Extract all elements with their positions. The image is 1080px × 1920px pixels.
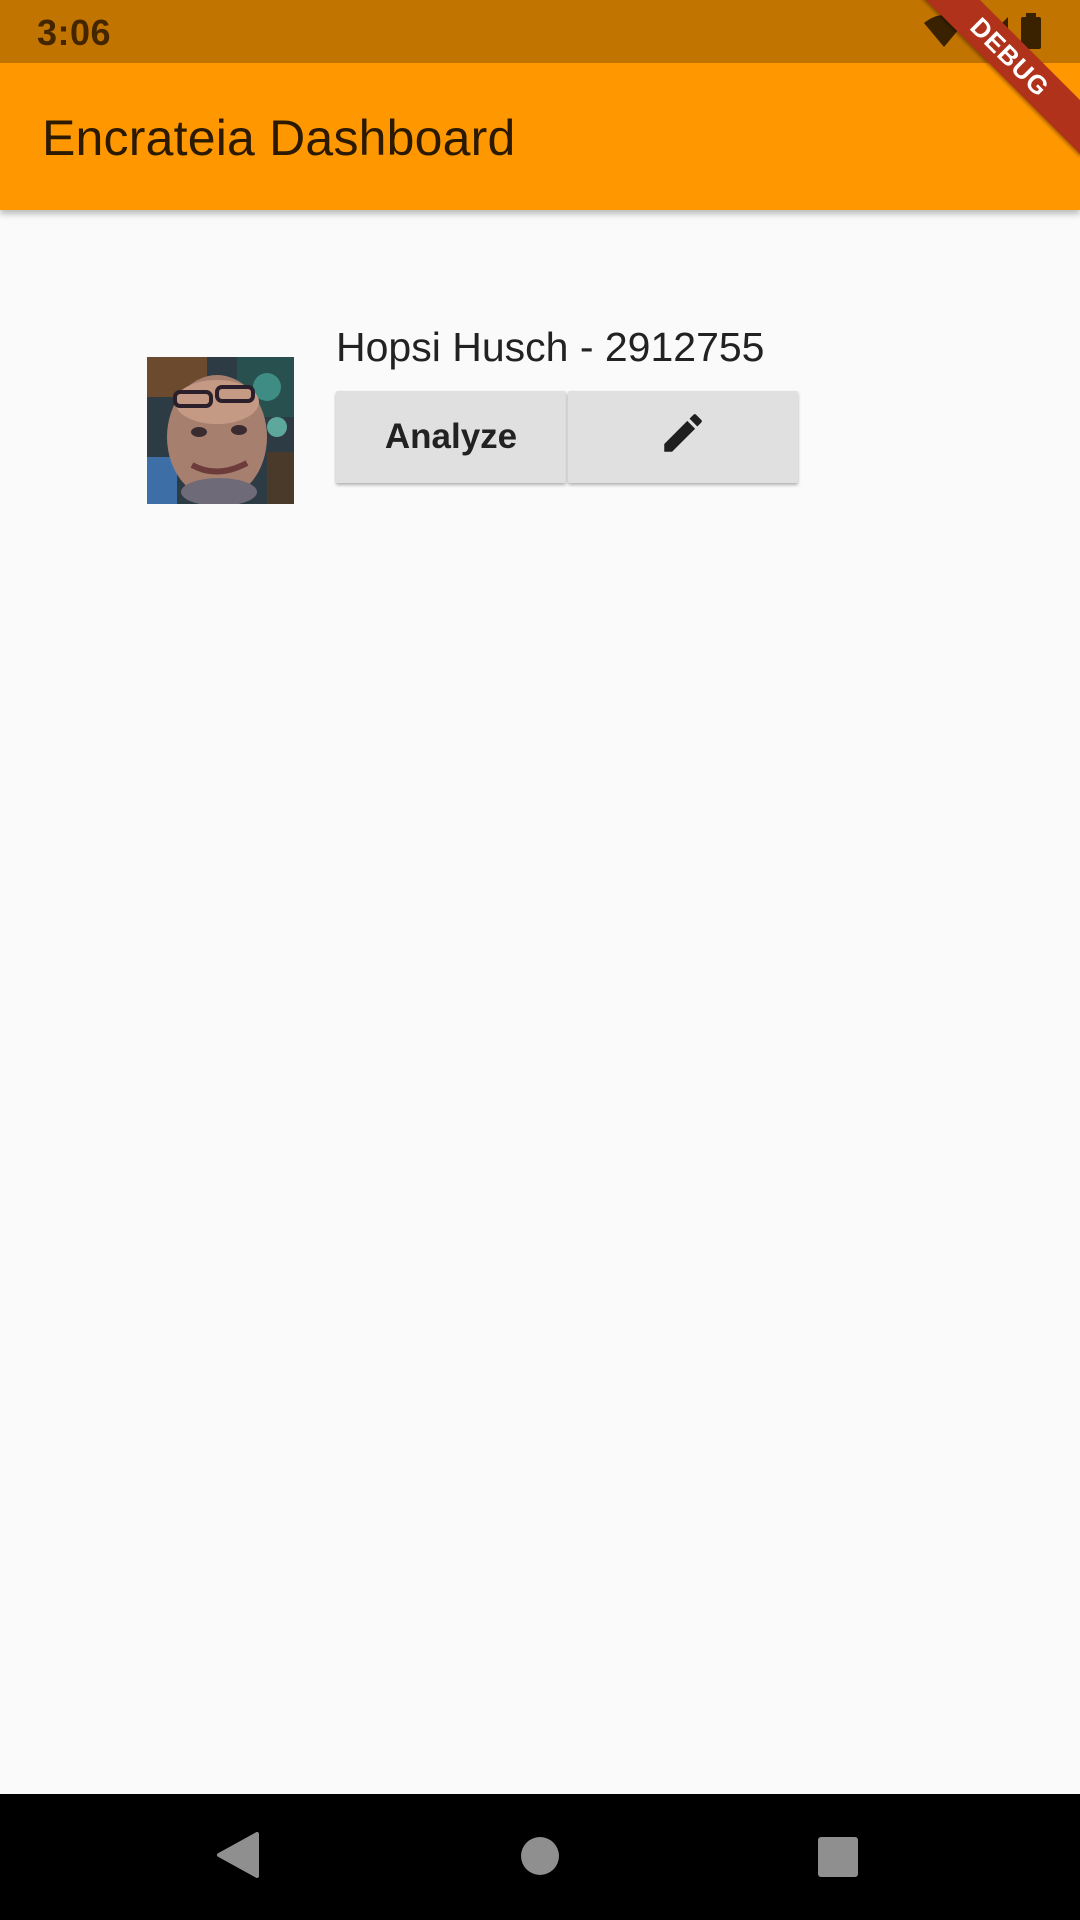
athlete-info: Hopsi Husch - 2912755 Analyze: [336, 324, 798, 504]
athlete-name: Hopsi Husch - 2912755: [336, 324, 765, 370]
app-bar: Encrateia Dashboard: [0, 63, 1080, 210]
status-bar: 3:06: [0, 0, 1080, 63]
home-icon[interactable]: [520, 1836, 560, 1881]
main-content: Hopsi Husch - 2912755 Analyze: [0, 210, 1080, 1794]
athlete-actions: Analyze: [336, 391, 798, 483]
edit-button[interactable]: [568, 391, 798, 483]
status-time: 3:06: [37, 12, 112, 53]
recents-icon[interactable]: [817, 1836, 859, 1883]
analyze-button[interactable]: Analyze: [336, 391, 566, 483]
system-nav-bar: [0, 1794, 1080, 1920]
avatar: [147, 357, 294, 504]
athlete-list-item[interactable]: Hopsi Husch - 2912755 Analyze: [147, 324, 798, 504]
page-title: Encrateia Dashboard: [42, 110, 516, 166]
back-icon[interactable]: [215, 1830, 259, 1885]
pencil-icon: [658, 408, 708, 467]
